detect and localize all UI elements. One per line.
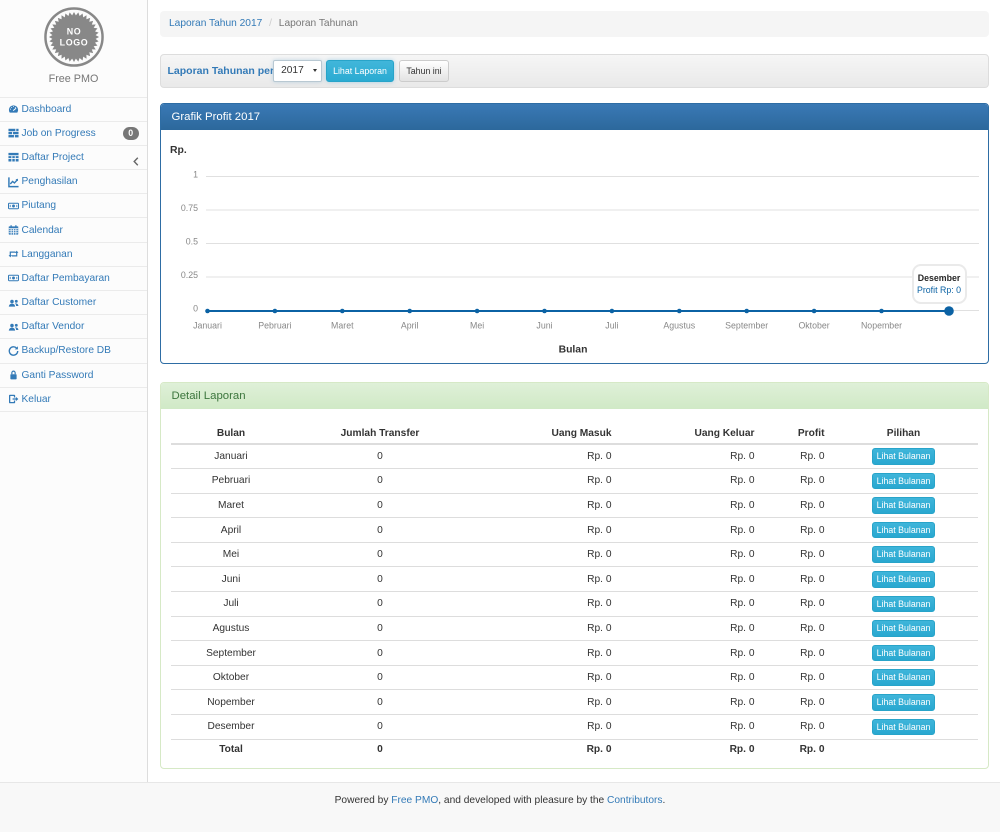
svg-text:NO: NO bbox=[66, 26, 81, 36]
svg-text:1: 1 bbox=[193, 170, 198, 180]
svg-text:0.5: 0.5 bbox=[185, 237, 197, 247]
svg-text:Januari: Januari bbox=[193, 321, 222, 331]
svg-text:Mei: Mei bbox=[470, 321, 484, 331]
svg-text:0.25: 0.25 bbox=[180, 270, 197, 280]
svg-text:September: September bbox=[725, 321, 768, 331]
svg-text:Rp.: Rp. bbox=[170, 145, 187, 156]
svg-text:Oktober: Oktober bbox=[798, 321, 829, 331]
svg-text:0: 0 bbox=[193, 304, 198, 314]
svg-text:Bulan: Bulan bbox=[558, 345, 587, 356]
svg-text:April: April bbox=[400, 321, 418, 331]
svg-text:LOGO: LOGO bbox=[59, 37, 88, 47]
svg-text:0.75: 0.75 bbox=[180, 203, 197, 213]
svg-text:Pebruari: Pebruari bbox=[258, 321, 291, 331]
svg-text:Nopember: Nopember bbox=[860, 321, 901, 331]
svg-text:Juni: Juni bbox=[536, 321, 552, 331]
svg-text:Juli: Juli bbox=[605, 321, 618, 331]
svg-text:Maret: Maret bbox=[331, 321, 354, 331]
svg-text:Agustus: Agustus bbox=[663, 321, 695, 331]
